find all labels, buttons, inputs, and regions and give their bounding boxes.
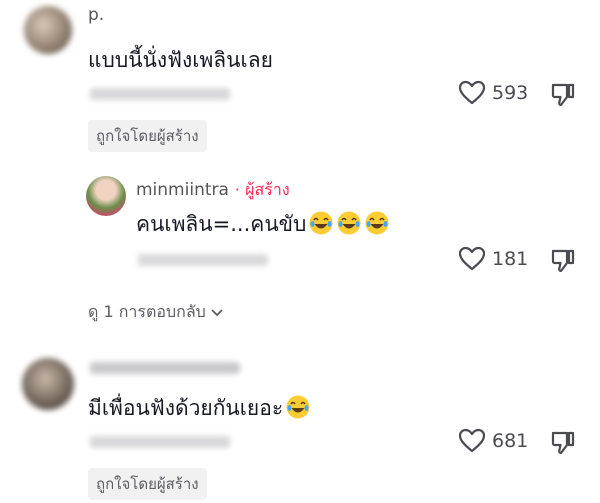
heart-outline-icon[interactable] [458, 428, 486, 454]
comment-2-text: มีเพื่อนฟังด้วยกันเยอะ [88, 392, 311, 425]
comment-1-like-group[interactable]: 593 [458, 80, 528, 106]
comment-1-username[interactable]: p. [88, 5, 104, 25]
reply-avatar[interactable] [86, 176, 126, 216]
comment-1-meta [90, 88, 230, 100]
laughing-tears-emoji [286, 395, 310, 419]
thumbs-down-icon[interactable] [550, 248, 576, 274]
comment-2-avatar[interactable] [22, 358, 74, 410]
reply-meta [138, 254, 268, 266]
heart-outline-icon[interactable] [458, 80, 486, 106]
view-replies-label: ดู 1 การตอบกลับ [88, 302, 206, 321]
comment-1-like-count: 593 [492, 82, 529, 104]
reply-like-count: 181 [492, 248, 529, 270]
thumbs-down-icon[interactable] [550, 430, 576, 456]
comment-2-like-group[interactable]: 681 [458, 428, 528, 454]
heart-outline-icon[interactable] [458, 246, 486, 272]
creator-liked-badge-1: ถูกใจโดยผู้สร้าง [88, 120, 207, 152]
reply-header: minmiintra · ผู้สร้าง [136, 178, 290, 203]
reply-username[interactable]: minmiintra [136, 180, 229, 200]
reply-like-group[interactable]: 181 [458, 246, 528, 272]
laughing-tears-emoji [337, 211, 361, 235]
reply-text-content: คนเพลิน=...คนขับ [136, 212, 307, 236]
laughing-tears-emoji [365, 211, 389, 235]
creator-liked-badge-2: ถูกใจโดยผู้สร้าง [88, 468, 207, 500]
laughing-tears-emoji [309, 211, 333, 235]
thumbs-down-icon[interactable] [550, 82, 576, 108]
view-replies-button[interactable]: ดู 1 การตอบกลับ [88, 300, 224, 325]
comment-2-username[interactable] [90, 362, 240, 374]
comment-2: มีเพื่อนฟังด้วยกันเยอะ 681 ถูกใจโดยผู้สร… [0, 350, 600, 503]
reply-1: minmiintra · ผู้สร้าง คนเพลิน=...คนขับ 1… [0, 170, 600, 280]
comment-2-like-count: 681 [492, 430, 529, 452]
comment-2-text-content: มีเพื่อนฟังด้วยกันเยอะ [88, 396, 284, 420]
comment-2-meta [90, 436, 230, 448]
comment-1: p. แบบนี้นั่งฟังเพลินเลย 593 ถูกใจโดยผู้… [0, 0, 600, 152]
chevron-down-icon [210, 308, 224, 318]
reply-text: คนเพลิน=...คนขับ [136, 208, 390, 241]
comment-1-avatar[interactable] [24, 6, 72, 54]
creator-tag: · ผู้สร้าง [234, 180, 290, 199]
comment-1-text: แบบนี้นั่งฟังเพลินเลย [88, 48, 273, 72]
